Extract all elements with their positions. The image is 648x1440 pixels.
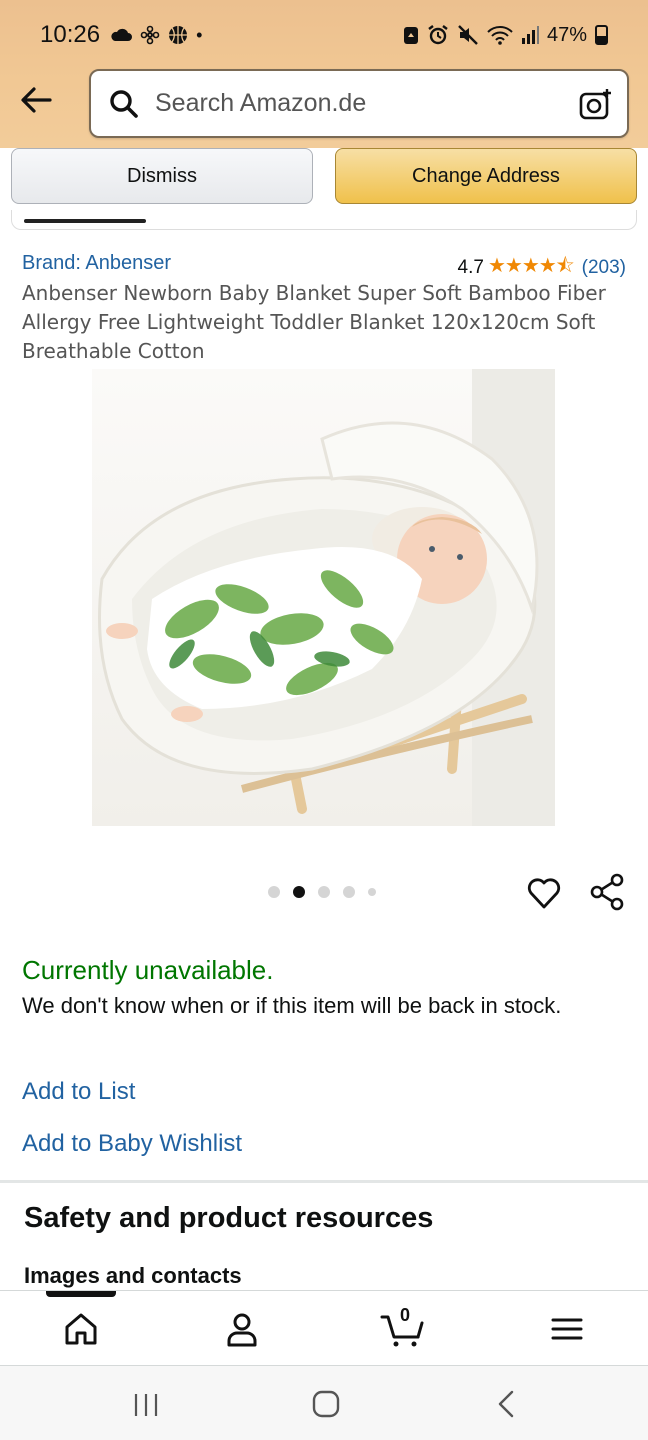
cart-count: 0	[400, 1305, 411, 1325]
cart-button[interactable]: 0	[380, 1305, 428, 1349]
search-input[interactable]: Search Amazon.de	[89, 69, 629, 138]
alarm-icon	[428, 25, 448, 45]
account-icon[interactable]	[222, 1309, 262, 1349]
active-tab-indicator	[46, 1291, 116, 1297]
section-title: Safety and product resources	[24, 1202, 434, 1234]
basketball-icon	[169, 26, 188, 44]
home-icon[interactable]	[61, 1309, 101, 1349]
camera-search-icon[interactable]	[579, 87, 613, 121]
availability-status: Currently unavailable.	[22, 955, 274, 985]
carousel-dot-active[interactable]	[293, 886, 305, 898]
address-banner: Dismiss Change Address	[0, 148, 648, 230]
signal-icon	[521, 26, 539, 44]
banner-handle	[24, 219, 146, 223]
system-back-icon[interactable]	[488, 1388, 528, 1420]
system-navigation-bar	[0, 1366, 648, 1440]
image-carousel-dots[interactable]	[268, 886, 376, 898]
status-notification-icons: •	[110, 25, 202, 46]
carousel-dot[interactable]	[343, 886, 355, 898]
change-address-button[interactable]: Change Address	[335, 148, 637, 204]
status-bar: 10:26 • 47%	[0, 0, 648, 70]
availability-message: We don't know when or if this item will …	[22, 993, 562, 1018]
product-image[interactable]	[92, 369, 555, 826]
recycle-icon	[403, 27, 418, 44]
battery-percent: 47%	[546, 23, 587, 46]
share-icon[interactable]	[589, 873, 625, 911]
carousel-dot[interactable]	[368, 888, 376, 896]
brand-link[interactable]: Brand: Anbenser	[22, 252, 171, 275]
baby-blanket-photo	[92, 369, 555, 826]
cloud-icon	[111, 28, 133, 41]
rating-value: 4.7	[457, 257, 484, 278]
search-icon	[110, 89, 138, 118]
recent-apps-icon[interactable]	[126, 1388, 166, 1420]
battery-icon	[595, 25, 608, 45]
heart-icon[interactable]	[526, 875, 562, 911]
status-system-icons: 47%	[403, 24, 608, 47]
status-time: 10:26	[40, 21, 101, 48]
dot-icon: •	[196, 24, 203, 45]
banner-edge	[11, 210, 637, 230]
dismiss-button[interactable]: Dismiss	[11, 148, 313, 204]
carousel-dot[interactable]	[318, 886, 330, 898]
fan-icon	[140, 25, 160, 45]
carousel-dot[interactable]	[268, 886, 280, 898]
product-title: Anbenser Newborn Baby Blanket Super Soft…	[22, 281, 606, 363]
home-button-icon[interactable]	[306, 1388, 346, 1420]
bottom-navigation: 0	[0, 1290, 648, 1366]
back-arrow-icon[interactable]	[18, 82, 54, 118]
menu-icon[interactable]	[547, 1309, 587, 1349]
section-subtitle[interactable]: Images and contacts	[24, 1263, 242, 1289]
wifi-icon	[487, 26, 513, 45]
add-to-baby-wishlist-link[interactable]: Add to Baby Wishlist	[22, 1130, 242, 1158]
search-placeholder: Search Amazon.de	[155, 89, 367, 117]
add-to-list-link[interactable]: Add to List	[22, 1078, 135, 1106]
rating-count[interactable]: (203)	[582, 257, 626, 279]
section-divider	[0, 1180, 648, 1183]
mute-icon	[458, 25, 478, 45]
